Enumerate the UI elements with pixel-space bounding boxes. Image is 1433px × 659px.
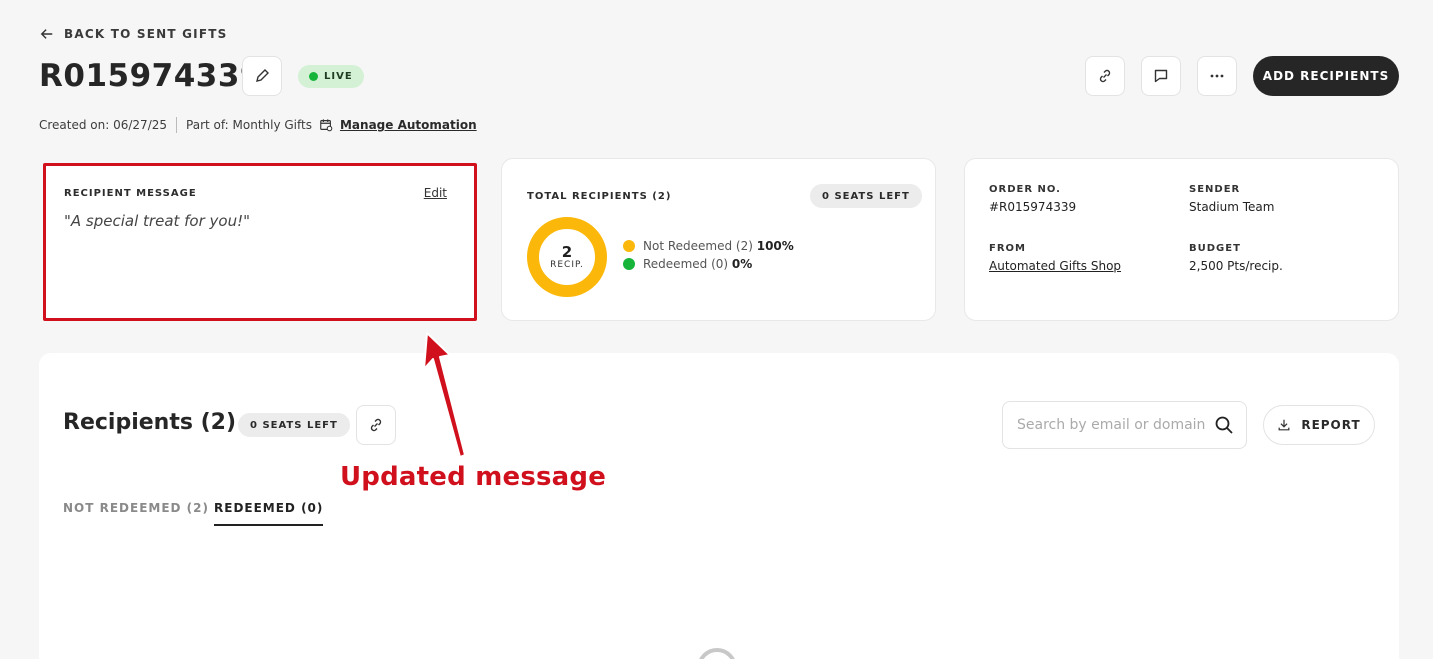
report-label: REPORT xyxy=(1301,418,1361,432)
from-label: FROM xyxy=(989,243,1026,254)
back-label: BACK TO SENT GIFTS xyxy=(64,27,228,41)
link-icon xyxy=(370,418,382,432)
from-shop-link[interactable]: Automated Gifts Shop xyxy=(989,259,1121,273)
back-to-sent-gifts-link[interactable]: BACK TO SENT GIFTS xyxy=(40,27,227,41)
calendar-sync-icon xyxy=(320,119,333,132)
tab-redeemed[interactable]: REDEEMED (0) xyxy=(214,501,324,526)
sender-value: Stadium Team xyxy=(1189,200,1275,214)
search-input[interactable] xyxy=(1017,417,1207,433)
redeemed-pct: 0% xyxy=(731,257,753,271)
order-no-field: ORDER NO. #R015974339 xyxy=(989,184,1076,214)
copy-link-button[interactable] xyxy=(1085,56,1125,96)
seats-left-badge: 0 SEATS LEFT xyxy=(810,184,922,208)
recipient-message-card: RECIPIENT MESSAGE Edit "A special treat … xyxy=(43,163,477,321)
tab-not-redeemed[interactable]: NOT REDEEMED (2) xyxy=(63,501,209,524)
page-title: R015974339 xyxy=(39,58,262,94)
recipients-section: Recipients (2) 0 SEATS LEFT REPORT NOT R… xyxy=(39,353,1399,659)
pencil-icon xyxy=(256,69,269,82)
redeemed-label: Redeemed (0) xyxy=(643,257,729,271)
legend-redeemed: Redeemed (0) 0% xyxy=(623,257,752,271)
recipients-summary-card: TOTAL RECIPIENTS (2) 0 SEATS LEFT 2 RECI… xyxy=(501,158,936,321)
donut-count: 2 xyxy=(561,243,573,261)
copy-recipients-link-button[interactable] xyxy=(356,405,396,445)
comment-button[interactable] xyxy=(1141,56,1181,96)
sender-label: SENDER xyxy=(1189,184,1241,195)
sender-field: SENDER Stadium Team xyxy=(1189,184,1274,214)
from-field: FROM Automated Gifts Shop xyxy=(989,243,1121,273)
loading-spinner xyxy=(697,648,737,659)
part-of: Part of: Monthly Gifts xyxy=(186,118,312,132)
divider xyxy=(176,117,178,133)
report-button[interactable]: REPORT xyxy=(1263,405,1375,445)
budget-field: BUDGET 2,500 Pts/recip. xyxy=(1189,243,1283,273)
recipients-donut-chart: 2 RECIP. xyxy=(527,217,607,297)
recipient-message-label: RECIPIENT MESSAGE xyxy=(64,188,197,199)
not-redeemed-label: Not Redeemed (2) xyxy=(643,239,753,253)
legend-not-redeemed: Not Redeemed (2) 100% xyxy=(623,239,794,253)
order-no-value: #R015974339 xyxy=(989,200,1077,214)
edit-message-link[interactable]: Edit xyxy=(424,186,447,200)
manage-automation-link[interactable]: Manage Automation xyxy=(340,118,477,132)
status-badge-label: LIVE xyxy=(324,71,353,82)
order-no-label: ORDER NO. xyxy=(989,184,1061,195)
not-redeemed-pct: 100% xyxy=(756,239,794,253)
edit-title-button[interactable] xyxy=(242,56,282,96)
recipients-title: Recipients (2) xyxy=(63,410,237,435)
created-on: Created on: 06/27/25 xyxy=(39,118,168,132)
link-icon xyxy=(1099,69,1111,83)
recipient-message-text: "A special treat for you!" xyxy=(64,212,251,230)
arrow-left-icon xyxy=(40,29,53,39)
seats-left-badge: 0 SEATS LEFT xyxy=(238,413,350,437)
live-dot-icon xyxy=(309,72,318,81)
order-info-card: ORDER NO. #R015974339 SENDER Stadium Tea… xyxy=(964,158,1399,321)
search-icon[interactable] xyxy=(1214,415,1234,435)
search-box xyxy=(1002,401,1247,449)
status-badge: LIVE xyxy=(298,65,364,88)
order-meta: Created on: 06/27/25 Part of: Monthly Gi… xyxy=(39,117,477,133)
download-icon xyxy=(1278,419,1290,431)
chat-icon xyxy=(1154,69,1168,83)
yellow-dot-icon xyxy=(623,240,635,252)
green-dot-icon xyxy=(623,258,635,270)
annotation-label: Updated message xyxy=(340,462,607,492)
total-recipients-label: TOTAL RECIPIENTS (2) xyxy=(527,191,672,202)
donut-sub: RECIP. xyxy=(550,260,584,270)
add-recipients-button[interactable]: ADD RECIPIENTS xyxy=(1253,56,1399,96)
annotation-arrow xyxy=(423,332,466,458)
budget-label: BUDGET xyxy=(1189,243,1241,254)
more-horizontal-icon xyxy=(1210,74,1224,78)
more-options-button[interactable] xyxy=(1197,56,1237,96)
budget-value: 2,500 Pts/recip. xyxy=(1189,259,1283,273)
